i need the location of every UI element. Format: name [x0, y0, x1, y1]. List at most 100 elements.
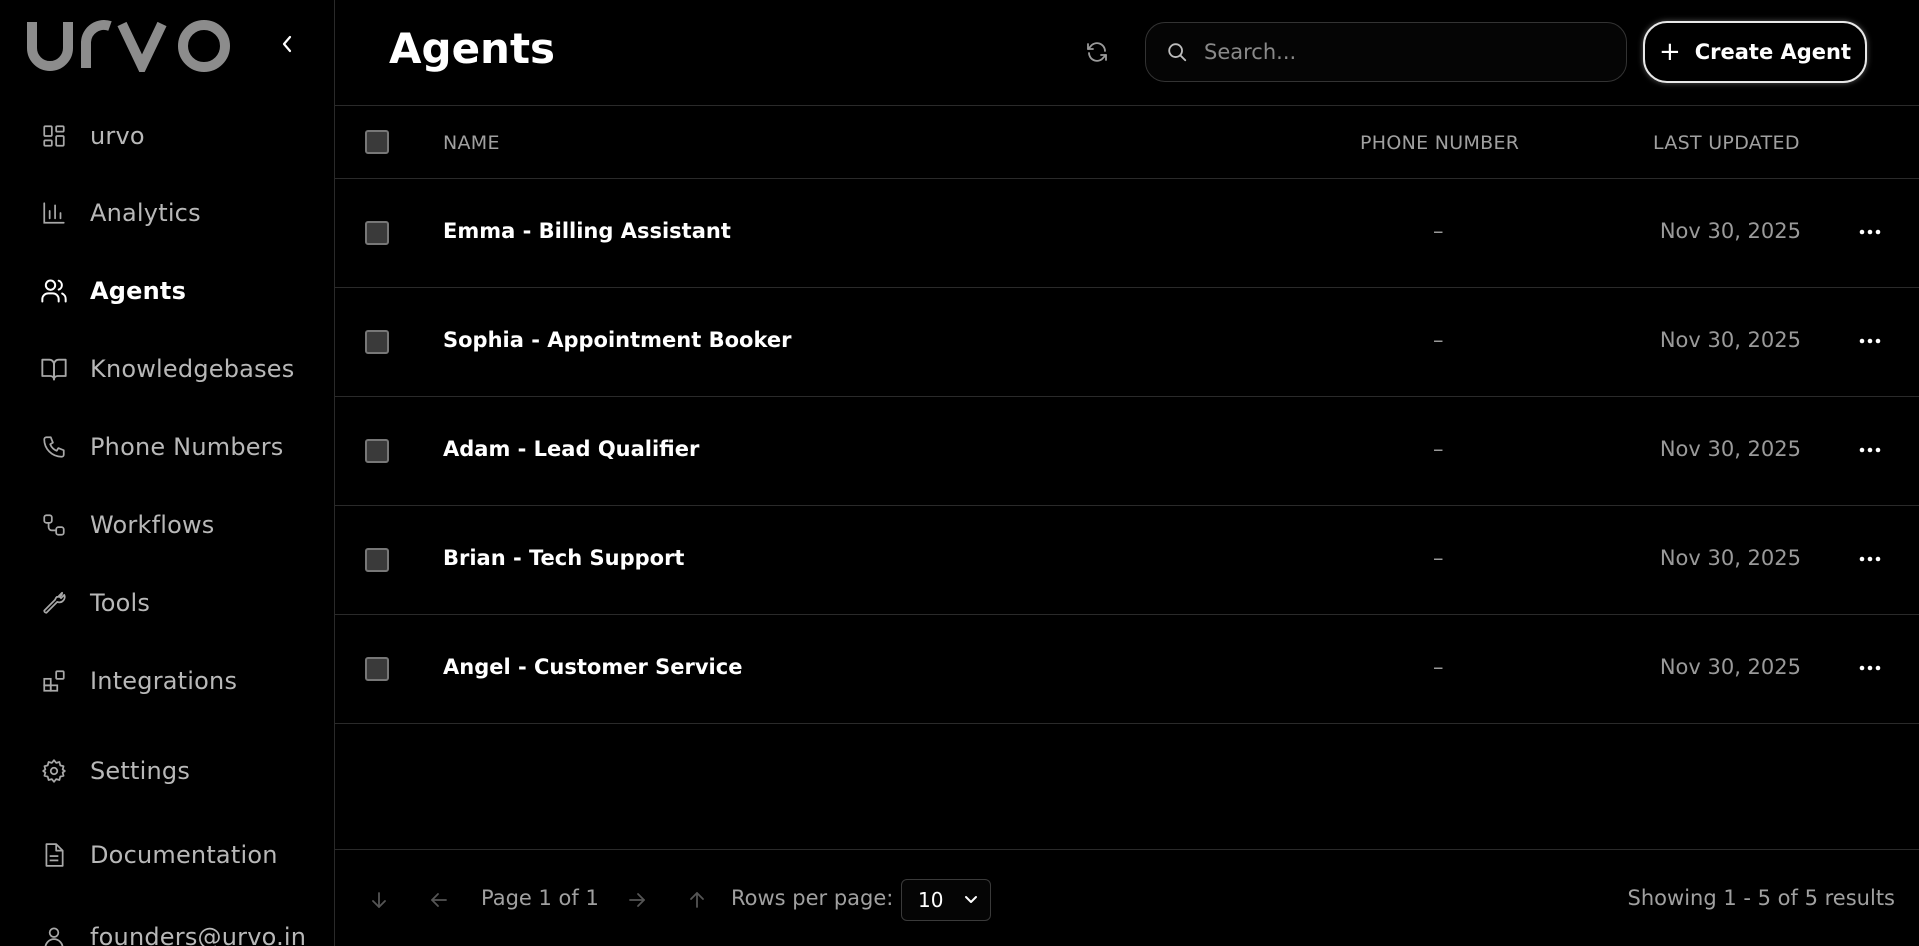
- agent-name[interactable]: Emma - Billing Assistant: [443, 219, 731, 243]
- agent-last-updated: Nov 30, 2025: [1659, 328, 1801, 352]
- next-page-button[interactable]: [623, 886, 651, 914]
- user-email: founders@urvo.in: [90, 923, 307, 946]
- row-checkbox[interactable]: [365, 330, 389, 354]
- sidebar-item-settings[interactable]: Settings: [0, 743, 334, 799]
- column-header-name[interactable]: NAME: [443, 132, 500, 154]
- dashboard-grid-icon: [40, 122, 68, 150]
- user-icon: [40, 923, 68, 946]
- first-page-button[interactable]: [683, 886, 711, 914]
- pagination-footer: Page 1 of 1 Rows per page: 10 Showing 1 …: [335, 849, 1919, 946]
- urvo-logo[interactable]: [26, 18, 238, 78]
- sidebar-item-label: Phone Numbers: [90, 433, 284, 461]
- sidebar-item-label: Analytics: [90, 199, 201, 227]
- book-open-icon: [40, 355, 68, 383]
- table-row[interactable]: Angel - Customer Service – Nov 30, 2025: [335, 615, 1919, 724]
- chevron-down-icon: [965, 896, 977, 903]
- page-title: Agents: [389, 24, 556, 73]
- more-horizontal-icon: [1859, 229, 1881, 235]
- sidebar-item-label: Agents: [90, 277, 187, 305]
- sidebar-item-workflows[interactable]: Workflows: [0, 497, 334, 553]
- agent-phone: –: [1433, 437, 1444, 461]
- app: urvo Analytics Agents Knowledgebases Pho: [0, 0, 1919, 946]
- previous-page-button[interactable]: [425, 886, 453, 914]
- page-indicator: Page 1 of 1: [481, 886, 599, 910]
- plus-icon: +: [1658, 37, 1681, 67]
- sidebar-item-integrations[interactable]: Integrations: [0, 653, 334, 709]
- sidebar-item-urvo[interactable]: urvo: [0, 108, 334, 164]
- row-actions-button[interactable]: [1855, 544, 1885, 574]
- row-actions-button[interactable]: [1855, 653, 1885, 683]
- sidebar-item-label: Knowledgebases: [90, 355, 295, 383]
- agent-phone: –: [1433, 328, 1444, 352]
- collapse-sidebar-button[interactable]: [276, 30, 298, 58]
- row-actions-button[interactable]: [1855, 326, 1885, 356]
- agent-last-updated: Nov 30, 2025: [1659, 546, 1801, 570]
- refresh-icon: [1087, 42, 1107, 62]
- agent-last-updated: Nov 30, 2025: [1659, 655, 1801, 679]
- row-actions-button[interactable]: [1855, 435, 1885, 465]
- sidebar-item-analytics[interactable]: Analytics: [0, 185, 334, 241]
- sidebar-item-tools[interactable]: Tools: [0, 575, 334, 631]
- select-all-checkbox[interactable]: [365, 130, 389, 154]
- agent-name[interactable]: Brian - Tech Support: [443, 546, 684, 570]
- more-horizontal-icon: [1859, 447, 1881, 453]
- sidebar-item-phone-numbers[interactable]: Phone Numbers: [0, 419, 334, 475]
- column-header-phone[interactable]: PHONE NUMBER: [1360, 132, 1519, 154]
- sidebar: urvo Analytics Agents Knowledgebases Pho: [0, 0, 335, 946]
- row-checkbox[interactable]: [365, 221, 389, 245]
- refresh-button[interactable]: [1081, 36, 1113, 68]
- agent-phone: –: [1433, 219, 1444, 243]
- sidebar-item-label: Workflows: [90, 511, 215, 539]
- arrow-down-icon: [372, 892, 386, 908]
- table-row[interactable]: Emma - Billing Assistant – Nov 30, 2025: [335, 179, 1919, 288]
- workflow-icon: [40, 511, 68, 539]
- row-checkbox[interactable]: [365, 657, 389, 681]
- more-horizontal-icon: [1859, 556, 1881, 562]
- gear-icon: [40, 757, 68, 785]
- sidebar-item-agents[interactable]: Agents: [0, 263, 334, 319]
- arrow-up-icon: [690, 892, 704, 908]
- last-page-button[interactable]: [365, 886, 393, 914]
- table-row[interactable]: Brian - Tech Support – Nov 30, 2025: [335, 506, 1919, 615]
- top-bar: Agents + Create Agent: [335, 0, 1919, 106]
- sidebar-item-knowledgebases[interactable]: Knowledgebases: [0, 341, 334, 397]
- brand-row: [0, 0, 334, 92]
- column-header-last-updated[interactable]: LAST UPDATED: [1653, 132, 1800, 154]
- search-box: [1145, 22, 1627, 82]
- agent-name[interactable]: Adam - Lead Qualifier: [443, 437, 699, 461]
- sidebar-item-label: Tools: [90, 589, 151, 617]
- row-checkbox[interactable]: [365, 439, 389, 463]
- sidebar-item-label: urvo: [90, 122, 145, 150]
- rows-per-page-select[interactable]: 10: [901, 879, 991, 921]
- create-agent-label: Create Agent: [1694, 40, 1852, 64]
- sidebar-item-label: Documentation: [90, 841, 278, 869]
- row-checkbox[interactable]: [365, 548, 389, 572]
- table-header: NAME PHONE NUMBER LAST UPDATED: [335, 106, 1919, 179]
- table-row[interactable]: Sophia - Appointment Booker – Nov 30, 20…: [335, 288, 1919, 397]
- user-profile[interactable]: founders@urvo.in: [0, 909, 334, 946]
- blocks-icon: [40, 667, 68, 695]
- create-agent-button[interactable]: + Create Agent: [1643, 21, 1867, 83]
- sidebar-item-label: Integrations: [90, 667, 238, 695]
- sidebar-item-label: Settings: [90, 757, 191, 785]
- arrow-right-icon: [629, 893, 645, 907]
- agent-name[interactable]: Sophia - Appointment Booker: [443, 328, 791, 352]
- more-horizontal-icon: [1859, 338, 1881, 344]
- rows-per-page-value: 10: [918, 888, 944, 912]
- phone-icon: [40, 433, 68, 461]
- agent-last-updated: Nov 30, 2025: [1659, 437, 1801, 461]
- search-input[interactable]: [1204, 40, 1604, 64]
- agent-name[interactable]: Angel - Customer Service: [443, 655, 742, 679]
- bar-chart-icon: [40, 199, 68, 227]
- search-icon: [1164, 39, 1190, 65]
- arrow-left-icon: [431, 893, 447, 907]
- row-actions-button[interactable]: [1855, 217, 1885, 247]
- wrench-icon: [40, 589, 68, 617]
- chevron-left-icon: [282, 35, 292, 53]
- more-horizontal-icon: [1859, 665, 1881, 671]
- agent-last-updated: Nov 30, 2025: [1659, 219, 1801, 243]
- users-icon: [40, 277, 68, 305]
- main-content: Agents + Create Agent NAME PHONE NUMBER …: [335, 0, 1919, 946]
- sidebar-item-documentation[interactable]: Documentation: [0, 827, 334, 883]
- table-row[interactable]: Adam - Lead Qualifier – Nov 30, 2025: [335, 397, 1919, 506]
